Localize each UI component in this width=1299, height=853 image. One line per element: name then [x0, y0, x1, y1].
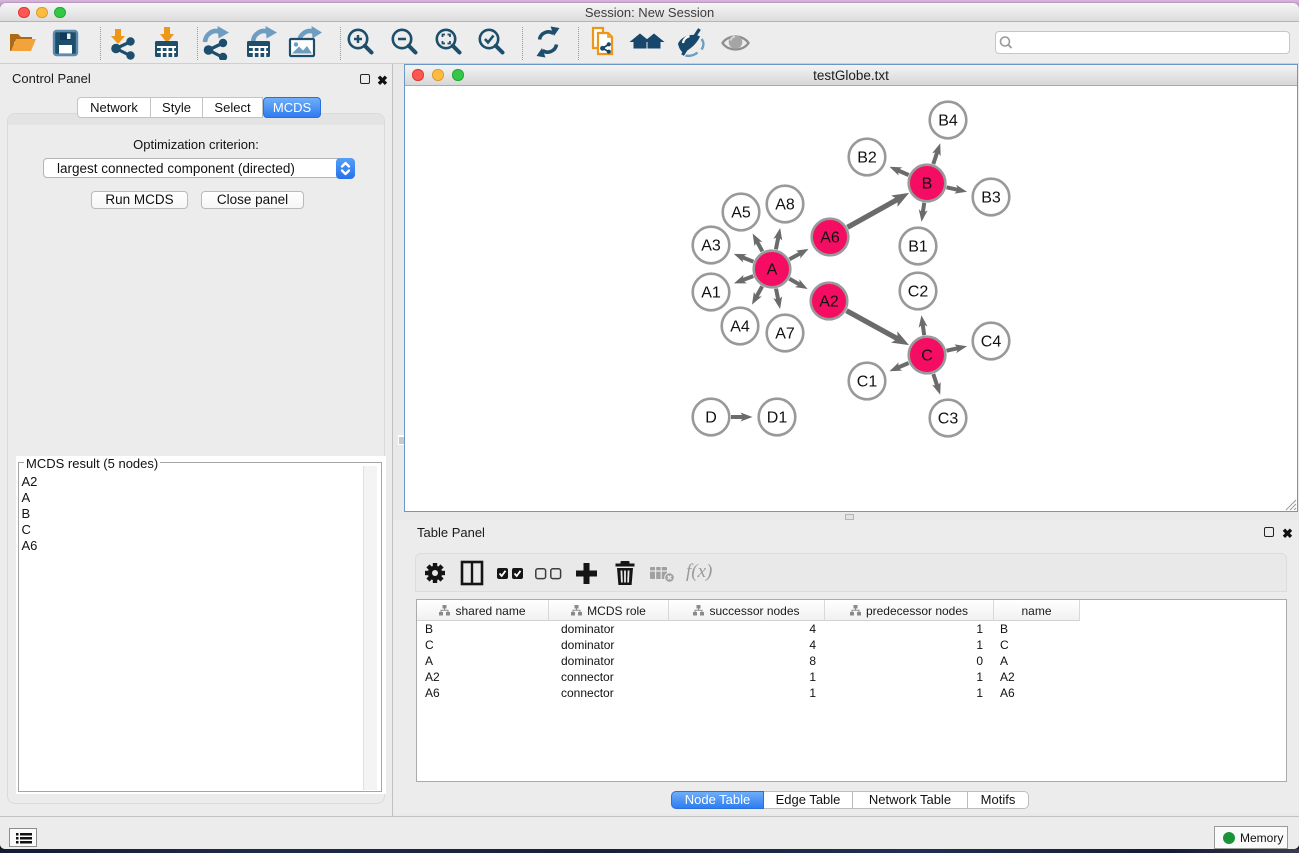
- svg-text:C: C: [921, 348, 933, 365]
- svg-text:A8: A8: [775, 197, 795, 214]
- svg-text:C1: C1: [857, 374, 878, 391]
- svg-text:A5: A5: [731, 205, 751, 222]
- svg-text:A3: A3: [701, 238, 721, 255]
- svg-text:B1: B1: [908, 239, 928, 256]
- svg-text:B4: B4: [938, 113, 958, 130]
- svg-text:B3: B3: [981, 190, 1001, 207]
- svg-text:A7: A7: [775, 326, 795, 343]
- svg-text:D: D: [705, 410, 717, 427]
- svg-text:A1: A1: [701, 285, 721, 302]
- svg-text:A: A: [767, 262, 778, 279]
- svg-text:A4: A4: [730, 319, 750, 336]
- svg-text:D1: D1: [767, 410, 788, 427]
- svg-text:B2: B2: [857, 150, 877, 167]
- svg-text:C3: C3: [938, 411, 959, 428]
- svg-text:A6: A6: [820, 230, 840, 247]
- svg-text:B: B: [922, 176, 933, 193]
- svg-text:C4: C4: [981, 334, 1002, 351]
- svg-text:C2: C2: [908, 284, 929, 301]
- svg-text:A2: A2: [819, 294, 839, 311]
